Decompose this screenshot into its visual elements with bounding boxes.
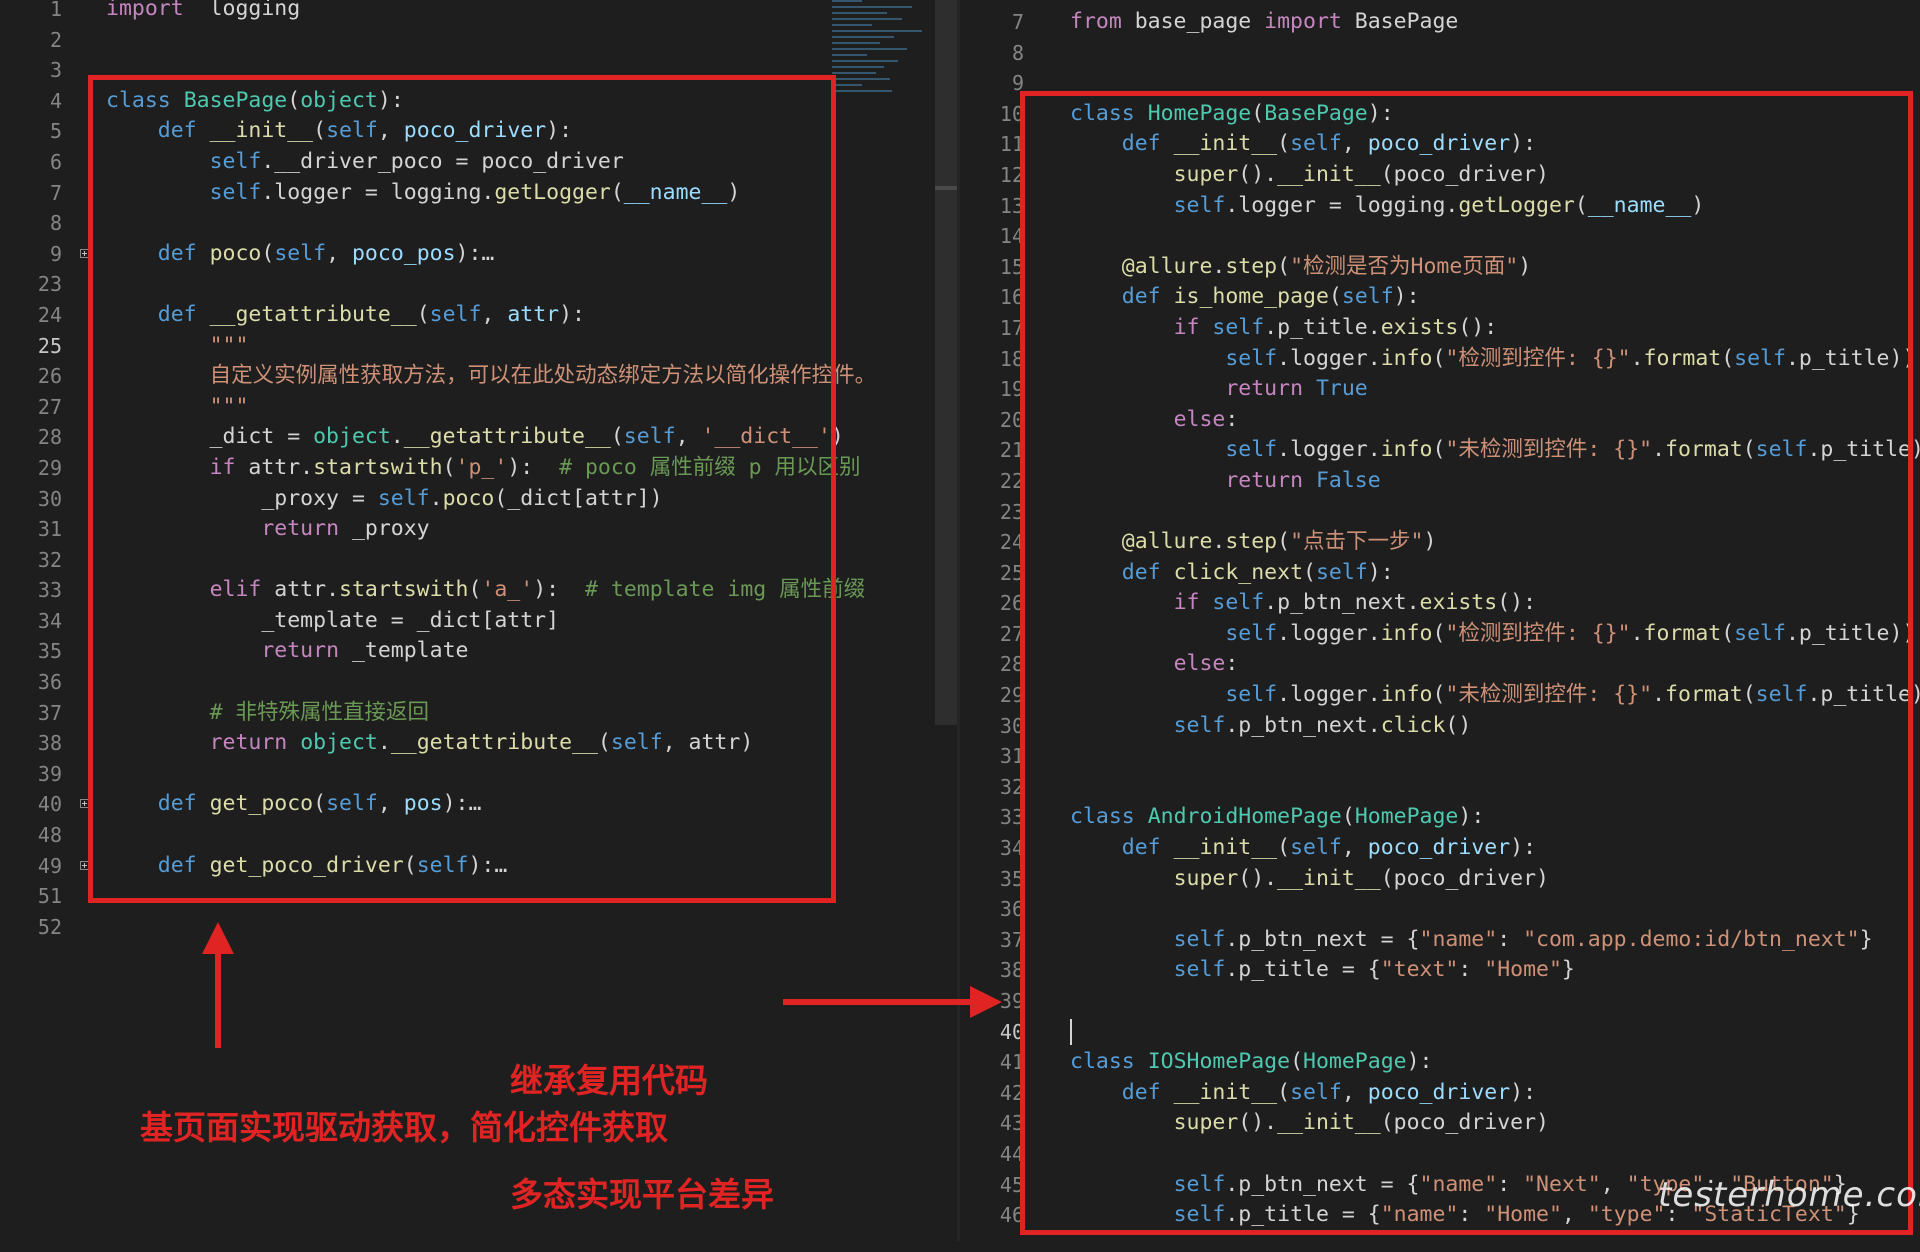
line-number: 48 xyxy=(37,823,62,848)
base-page-highlight-box xyxy=(88,75,836,903)
line-number: 10 xyxy=(999,101,1024,126)
line-number: 41 xyxy=(999,1050,1024,1075)
up-arrow-shaft xyxy=(215,950,221,1048)
line-number: 27 xyxy=(37,394,62,419)
line-number: 27 xyxy=(999,621,1024,646)
right-editor-pane[interactable]: 7 from base_page import BasePage 8 9 10 class… xyxy=(960,0,1920,1241)
line-number: 33 xyxy=(37,578,62,603)
line-number: 38 xyxy=(999,958,1024,983)
line-number: 40 xyxy=(999,1019,1024,1044)
line-number: 44 xyxy=(999,1141,1024,1166)
vertical-scrollbar[interactable] xyxy=(935,0,957,725)
line-number: 31 xyxy=(999,744,1024,769)
code-token: import xyxy=(1264,9,1342,34)
line-number: 28 xyxy=(37,425,62,450)
line-number: 37 xyxy=(37,700,62,725)
line-number: 16 xyxy=(999,285,1024,310)
line-number: 8 xyxy=(49,211,62,236)
line-number: 23 xyxy=(999,499,1024,524)
line-number: 24 xyxy=(37,302,62,327)
line-number: 21 xyxy=(999,438,1024,463)
line-number: 37 xyxy=(999,927,1024,952)
line-number: 3 xyxy=(49,58,62,83)
annotation-inherit-line1: 继承复用代码 xyxy=(510,1061,708,1100)
code-token: from xyxy=(1070,9,1122,34)
line-number: 1 xyxy=(49,0,62,21)
line-number: 43 xyxy=(999,1111,1024,1136)
line-number: 19 xyxy=(999,377,1024,402)
code-line[interactable]: 8 xyxy=(960,38,1920,69)
line-number: 45 xyxy=(999,1172,1024,1197)
line-number: 31 xyxy=(37,517,62,542)
code-line[interactable]: 7 from base_page import BasePage xyxy=(960,7,1920,38)
line-number: 34 xyxy=(37,608,62,633)
home-page-highlight-box xyxy=(1020,91,1913,1235)
line-number: 32 xyxy=(37,547,62,572)
line-number: 40 xyxy=(37,792,62,817)
line-number: 36 xyxy=(37,670,62,695)
line-number: 33 xyxy=(999,805,1024,830)
annotation-base-page: 基页面实现驱动获取，简化控件获取 xyxy=(140,1108,668,1147)
line-number: 32 xyxy=(999,774,1024,799)
line-number: 24 xyxy=(999,530,1024,555)
scrollbar-thumb[interactable] xyxy=(935,186,957,190)
code-token: BasePage xyxy=(1341,9,1459,34)
up-arrow-head xyxy=(202,922,234,954)
code-token: logging xyxy=(183,0,301,21)
line-number: 34 xyxy=(999,836,1024,861)
line-number: 15 xyxy=(999,254,1024,279)
line-number: 30 xyxy=(37,486,62,511)
line-number: 14 xyxy=(999,224,1024,249)
line-number: 52 xyxy=(37,914,62,939)
line-number: 20 xyxy=(999,407,1024,432)
line-number: 13 xyxy=(999,193,1024,218)
right-arrow-head xyxy=(970,986,1002,1018)
line-number: 8 xyxy=(1011,40,1024,65)
line-number: 49 xyxy=(37,853,62,878)
left-editor-pane[interactable]: 1 import logging 2 3 4 class BasePage(object)… xyxy=(0,0,935,1241)
code-line[interactable]: 2 xyxy=(0,25,935,56)
line-number: 11 xyxy=(999,132,1024,157)
line-number: 18 xyxy=(999,346,1024,371)
line-number: 51 xyxy=(37,884,62,909)
line-number: 9 xyxy=(49,241,62,266)
line-number: 5 xyxy=(49,119,62,144)
code-line[interactable]: 1 import logging xyxy=(0,0,935,25)
line-number: 4 xyxy=(49,88,62,113)
line-number: 39 xyxy=(37,761,62,786)
minimap[interactable] xyxy=(832,0,930,110)
line-number: 25 xyxy=(999,560,1024,585)
code-text[interactable]: import logging xyxy=(106,0,300,25)
line-number: 42 xyxy=(999,1080,1024,1105)
code-token: import xyxy=(106,0,184,21)
line-number: 6 xyxy=(49,149,62,174)
line-number: 25 xyxy=(37,333,62,358)
watermark: testerhome.com xyxy=(1658,1175,1920,1215)
line-number: 29 xyxy=(999,683,1024,708)
line-number: 38 xyxy=(37,731,62,756)
line-number: 9 xyxy=(1011,71,1024,96)
line-number: 7 xyxy=(1011,10,1024,34)
line-number: 22 xyxy=(999,468,1024,493)
line-number: 26 xyxy=(37,364,62,389)
code-line[interactable]: 52 xyxy=(0,912,935,943)
line-number: 2 xyxy=(49,27,62,52)
code-token: base_page xyxy=(1121,9,1265,34)
line-number: 12 xyxy=(999,162,1024,187)
line-number: 29 xyxy=(37,455,62,480)
code-text[interactable]: from base_page import BasePage xyxy=(1070,7,1458,38)
line-number: 30 xyxy=(999,713,1024,738)
line-number: 35 xyxy=(37,639,62,664)
line-number: 36 xyxy=(999,897,1024,922)
line-number: 26 xyxy=(999,591,1024,616)
line-number: 46 xyxy=(999,1203,1024,1228)
line-number: 35 xyxy=(999,866,1024,891)
annotation-inherit-line2: 多态实现平台差异 xyxy=(510,1175,774,1214)
line-number: 17 xyxy=(999,315,1024,340)
line-number: 28 xyxy=(999,652,1024,677)
right-arrow-shaft xyxy=(783,999,973,1005)
line-number: 7 xyxy=(49,180,62,205)
line-number: 23 xyxy=(37,272,62,297)
